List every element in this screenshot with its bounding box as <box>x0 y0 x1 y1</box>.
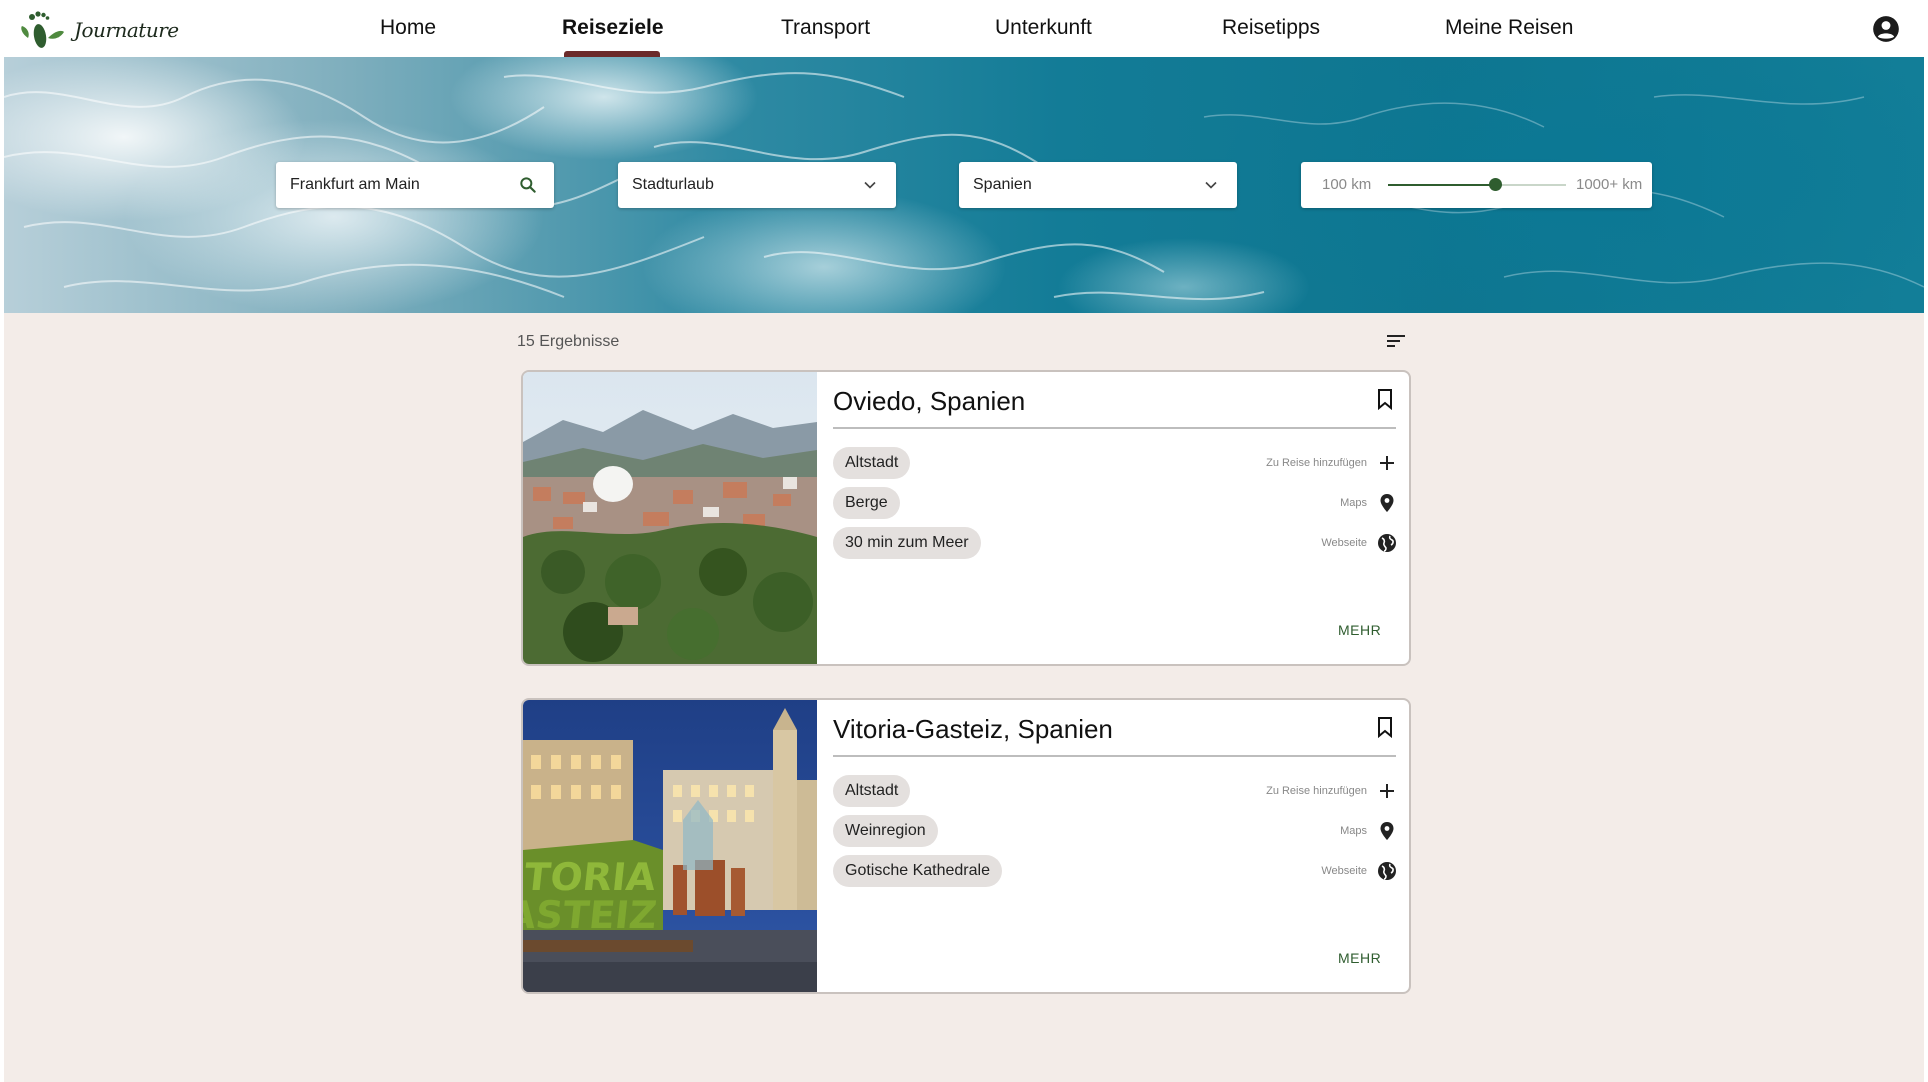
add-to-trip-button[interactable]: Zu Reise hinzufügen <box>1266 453 1397 473</box>
origin-value: Frankfurt am Main <box>290 176 420 193</box>
destination-title: Oviedo, Spanien <box>833 386 1026 416</box>
more-button[interactable]: MEHR <box>1338 950 1381 966</box>
more-button[interactable]: MEHR <box>1338 622 1381 638</box>
slider-fill <box>1388 184 1495 186</box>
tag-chip: Berge <box>833 487 900 519</box>
destination-card: Oviedo, Spanien Altstadt Berge 30 min zu… <box>521 370 1411 666</box>
trip-type-select[interactable]: Stadturlaub <box>618 162 896 208</box>
nav-meine-reisen[interactable]: Meine Reisen <box>1445 16 1573 40</box>
website-label: Webseite <box>1321 865 1367 877</box>
add-to-trip-label: Zu Reise hinzufügen <box>1266 457 1367 469</box>
nav-home[interactable]: Home <box>380 16 436 40</box>
add-to-trip-label: Zu Reise hinzufügen <box>1266 785 1367 797</box>
sort-icon[interactable] <box>1385 332 1407 350</box>
maps-label: Maps <box>1340 825 1367 837</box>
website-label: Webseite <box>1321 537 1367 549</box>
title-divider <box>833 755 1396 757</box>
plus-icon <box>1380 784 1394 798</box>
page: Journature Home Reiseziele Transport Unt… <box>4 0 1924 1082</box>
bookmark-icon[interactable] <box>1377 388 1393 410</box>
hero-banner: Frankfurt am Main Stadturlaub Spanien 10… <box>4 57 1924 313</box>
origin-search-input[interactable]: Frankfurt am Main <box>276 162 554 208</box>
maps-label: Maps <box>1340 497 1367 509</box>
destination-title: Vitoria-Gasteiz, Spanien <box>833 714 1113 744</box>
website-link[interactable]: Webseite <box>1321 861 1397 881</box>
nav-reiseziele[interactable]: Reiseziele <box>562 16 664 40</box>
maps-link[interactable]: Maps <box>1340 493 1397 513</box>
tag-chip: Altstadt <box>833 775 911 807</box>
vitoria-gasteiz-city-photo: ITORIA ASTEIZ <box>523 700 817 992</box>
trip-type-value: Stadturlaub <box>632 176 714 193</box>
globe-icon <box>1378 862 1396 880</box>
chevron-down-icon <box>864 181 876 189</box>
country-value: Spanien <box>973 176 1032 193</box>
tag-chip: Weinregion <box>833 815 938 847</box>
tag-chip: 30 min zum Meer <box>833 527 981 559</box>
nav-unterkunft[interactable]: Unterkunft <box>995 16 1092 40</box>
bookmark-icon[interactable] <box>1377 716 1393 738</box>
tag-chip: Altstadt <box>833 447 911 479</box>
results-count: 15 Ergebnisse <box>517 333 620 350</box>
maps-link[interactable]: Maps <box>1340 821 1397 841</box>
distance-max-label: 1000+ km <box>1576 176 1643 193</box>
map-pin-icon <box>1380 494 1394 512</box>
search-icon[interactable] <box>518 175 538 195</box>
top-navigation: Journature Home Reiseziele Transport Unt… <box>4 0 1924 57</box>
destination-card: ITORIA ASTEIZ Vitoria-Gasteiz, Spanien A… <box>521 698 1411 994</box>
slider-thumb[interactable] <box>1488 178 1502 191</box>
chevron-down-icon <box>1205 181 1217 189</box>
oviedo-city-photo <box>523 372 817 664</box>
main-menu: Home Reiseziele Transport Unterkunft Rei… <box>4 0 1924 57</box>
nav-reisetipps[interactable]: Reisetipps <box>1222 16 1320 40</box>
distance-range-slider[interactable]: 100 km 1000+ km <box>1301 162 1652 208</box>
map-pin-icon <box>1380 822 1394 840</box>
account-circle-icon[interactable] <box>1872 15 1900 43</box>
title-divider <box>833 427 1396 429</box>
globe-icon <box>1378 534 1396 552</box>
distance-min-label: 100 km <box>1322 176 1372 193</box>
plus-icon <box>1380 456 1394 470</box>
tag-chip: Gotische Kathedrale <box>833 855 1002 887</box>
nav-transport[interactable]: Transport <box>781 16 870 40</box>
country-select[interactable]: Spanien <box>959 162 1237 208</box>
add-to-trip-button[interactable]: Zu Reise hinzufügen <box>1266 781 1397 801</box>
website-link[interactable]: Webseite <box>1321 533 1397 553</box>
